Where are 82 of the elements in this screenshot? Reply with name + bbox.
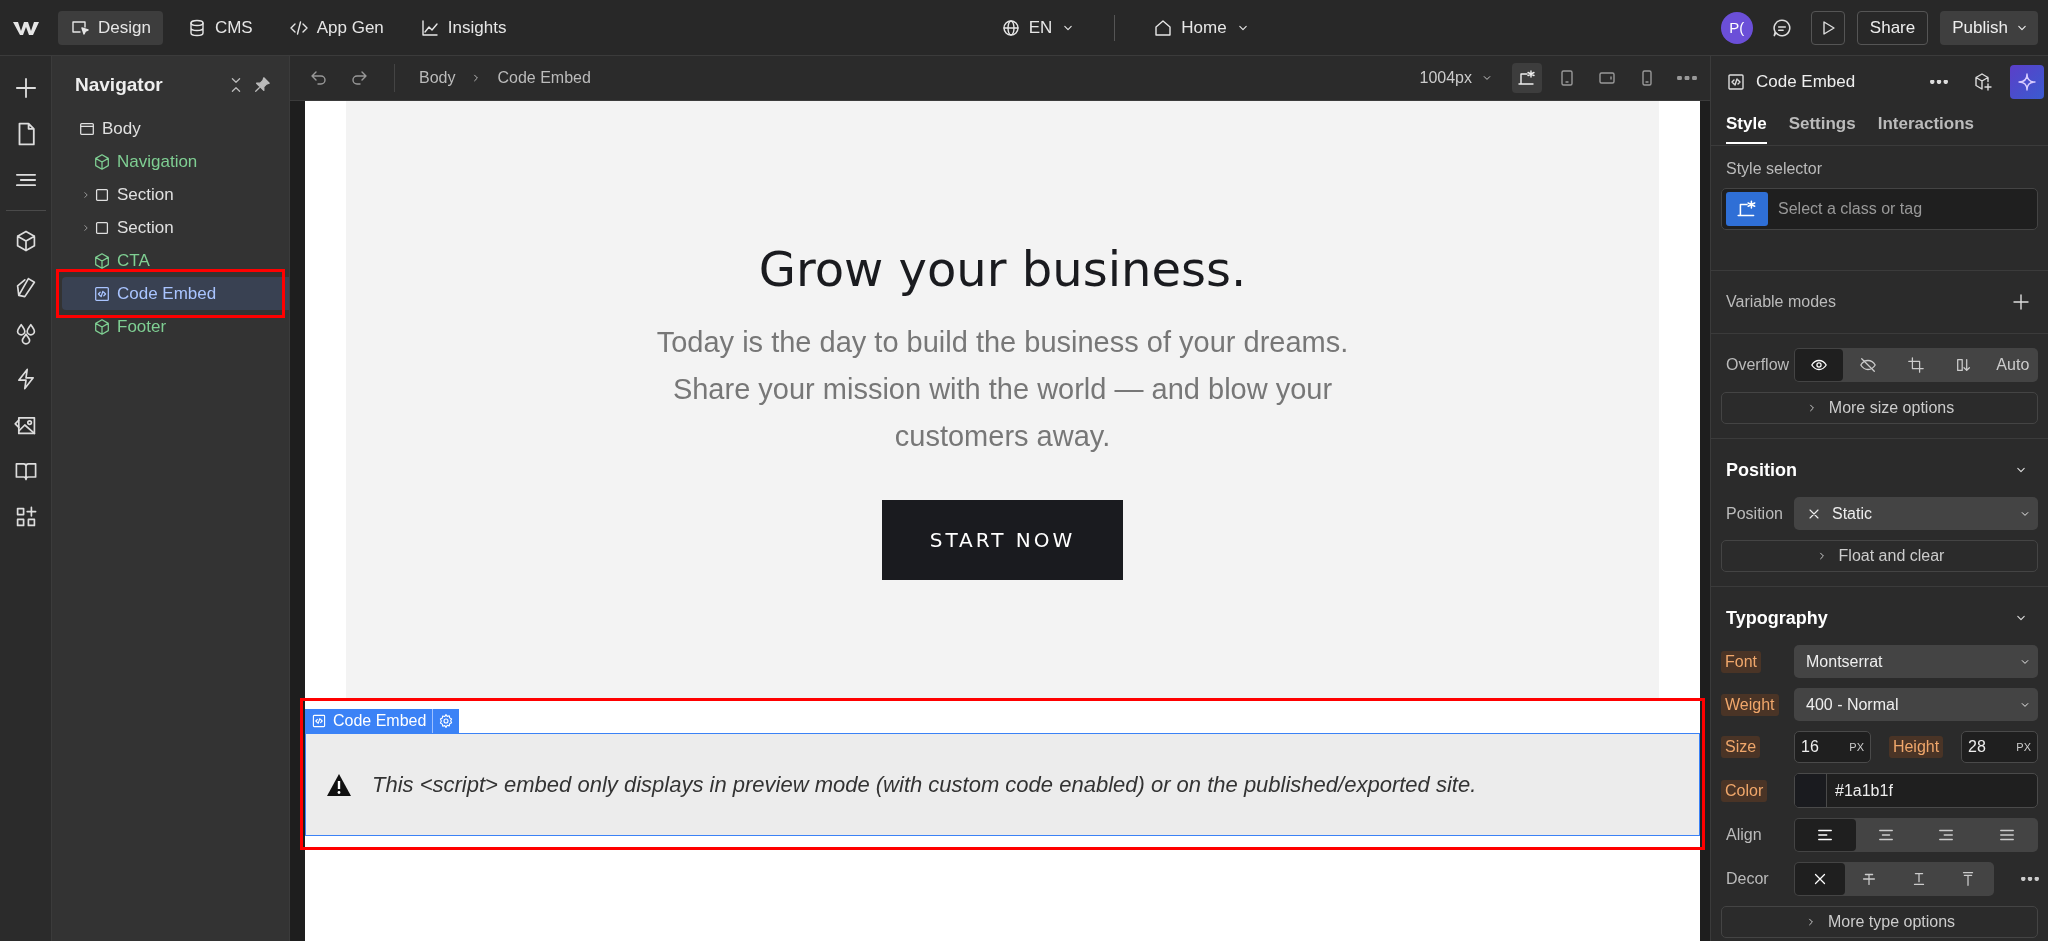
- overflow-option[interactable]: Auto: [1988, 349, 2038, 381]
- field-label: Style selector: [1725, 160, 1824, 178]
- class-tag-icon: [1517, 68, 1537, 88]
- property-label: Decor: [1725, 870, 1770, 888]
- start-button[interactable]: START NOW: [882, 500, 1123, 580]
- pin-icon: [253, 76, 271, 94]
- section-title: Position: [1726, 459, 1797, 481]
- crop-icon: [1907, 356, 1925, 374]
- breakpoint-button[interactable]: [1512, 63, 1542, 93]
- navigator-item[interactable]: Footer: [62, 310, 289, 343]
- home-icon: [1153, 17, 1174, 38]
- sparkle-icon: [2017, 72, 2037, 92]
- mode-tab[interactable]: CMS: [174, 10, 265, 45]
- ai-button[interactable]: [2010, 65, 2044, 99]
- add-icon: [2011, 292, 2031, 312]
- element-title: Code Embed: [1756, 72, 1857, 92]
- property-label: Font: [1721, 650, 1761, 673]
- navigator-item[interactable]: Section: [62, 211, 289, 244]
- more-icon: [2021, 877, 2039, 881]
- code-icon: [311, 713, 327, 729]
- embed-message: This <script> embed only displays in preview mode (with custom code enabled) or on the published/exported site.: [372, 771, 1477, 798]
- font-dropdown[interactable]: Montserrat: [1794, 645, 2038, 678]
- property-label: Position: [1725, 504, 1784, 523]
- property-label: Size: [1721, 736, 1761, 758]
- width-dropdown[interactable]: 1004px: [1411, 65, 1502, 91]
- class-input[interactable]: Select a class or tag: [1776, 199, 2033, 219]
- cube-plus-icon: [1973, 72, 1993, 92]
- overflow-option[interactable]: [1795, 349, 1844, 381]
- position-dropdown[interactable]: Static: [1794, 497, 2038, 530]
- style-selector-field[interactable]: Select a class or tag: [1721, 188, 2038, 230]
- page-dropdown[interactable]: Home: [1145, 13, 1259, 42]
- mode-tab[interactable]: Insights: [407, 10, 519, 45]
- more-icon: [1930, 80, 1948, 84]
- breadcrumb-link[interactable]: Code Embed: [493, 69, 595, 87]
- navigator-item[interactable]: CTA: [62, 244, 289, 277]
- property-label: Weight: [1721, 693, 1779, 716]
- breadcrumb-link[interactable]: Body: [415, 69, 460, 87]
- publish-button[interactable]: Publish: [1940, 10, 2038, 45]
- chart-icon: [419, 17, 440, 38]
- warning-icon: [326, 772, 352, 797]
- section-label: Variable modes: [1726, 293, 1836, 311]
- panel-tab[interactable]: Settings: [1788, 108, 1856, 144]
- element-tag[interactable]: Code Embed: [305, 709, 460, 733]
- property-label: Align: [1725, 826, 1763, 844]
- more-icon: [1677, 76, 1697, 80]
- code-embed-block[interactable]: This <script> embed only displays in preview mode (with custom code enabled) or on the published/exported site.: [305, 733, 1700, 836]
- hero-heading: Grow your business.: [758, 241, 1247, 297]
- section-title: Typography: [1726, 607, 1828, 629]
- code-icon: [93, 284, 111, 303]
- cube-icon: [93, 251, 111, 270]
- navigator-item[interactable]: Body: [62, 112, 289, 145]
- element-tag-label: Code Embed: [333, 712, 427, 730]
- line-height-field[interactable]: 28 PX: [1961, 731, 2038, 763]
- language-dropdown[interactable]: EN: [992, 13, 1085, 42]
- decoration-option[interactable]: [1795, 863, 1845, 895]
- mode-tab[interactable]: Design: [58, 10, 163, 45]
- cube-icon: [93, 152, 111, 171]
- hero-paragraph: Today is the day to build the business of your dreams. Share your mission with the world — and blow your customers away.: [655, 325, 1350, 454]
- align-option[interactable]: [1795, 819, 1856, 851]
- more-options-button[interactable]: More type options: [1721, 906, 2038, 938]
- cube-icon: [93, 317, 111, 336]
- preview-button[interactable]: [1810, 10, 1845, 45]
- panel-tab[interactable]: Interactions: [1877, 108, 1975, 144]
- share-button[interactable]: Share: [1856, 10, 1929, 45]
- more-options-button[interactable]: Float and clear: [1721, 540, 2038, 572]
- weight-dropdown[interactable]: 400 - Normal: [1794, 688, 2038, 721]
- more-options-button[interactable]: More size options: [1721, 392, 2038, 424]
- property-label: Color: [1721, 779, 1768, 802]
- panel-title: Navigator: [75, 74, 164, 96]
- property-label: Height: [1888, 736, 1944, 758]
- size-field[interactable]: 16 PX: [1794, 731, 1871, 763]
- panel-tab[interactable]: Style: [1726, 108, 1767, 144]
- eye-off-icon: [1858, 356, 1877, 374]
- code-icon: [1726, 72, 1746, 92]
- globe-icon: [1000, 17, 1021, 38]
- user-avatar[interactable]: P(: [1720, 11, 1753, 44]
- navigator-item[interactable]: Section: [62, 178, 289, 211]
- mode-tab[interactable]: App Gen: [276, 10, 396, 45]
- settings-icon: [438, 713, 455, 729]
- navigator-item[interactable]: Code Embed: [62, 277, 289, 310]
- color-field[interactable]: #1a1b1f: [1794, 773, 2038, 808]
- navigator-item[interactable]: Navigation: [62, 145, 289, 178]
